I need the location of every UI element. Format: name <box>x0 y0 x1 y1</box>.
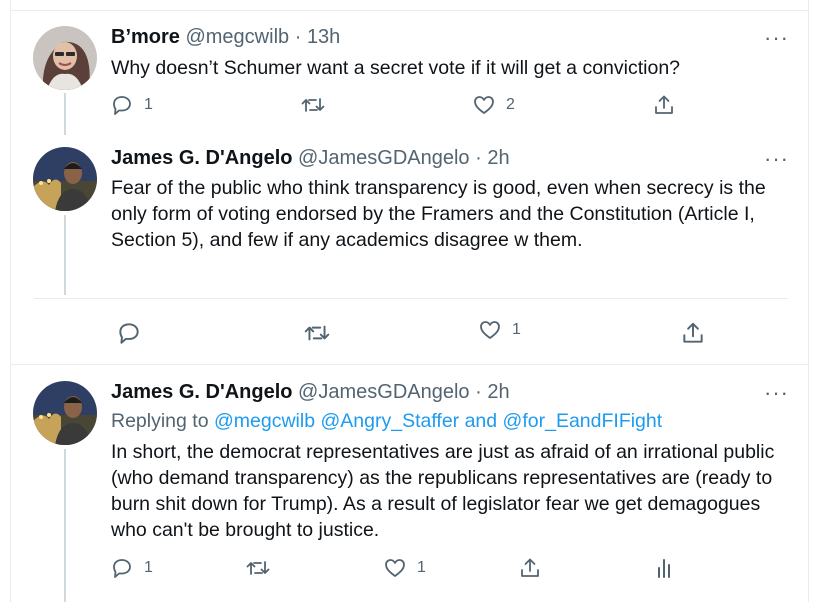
tweet-text: Why doesn’t Schumer want a secret vote i… <box>111 57 681 79</box>
top-divider <box>10 10 809 11</box>
like-button[interactable]: 1 <box>478 318 521 342</box>
timestamp[interactable]: 2h <box>487 147 509 169</box>
like-button[interactable]: 1 <box>383 556 426 580</box>
reply-count: 1 <box>144 559 153 576</box>
share-button[interactable] <box>652 93 676 117</box>
thread-connector-line <box>64 215 66 295</box>
replying-to-label: Replying to <box>111 410 209 432</box>
retweet-button[interactable] <box>303 320 331 346</box>
thread-connector-line <box>64 93 66 135</box>
timestamp[interactable]: 2h <box>487 381 509 403</box>
heart-icon <box>385 559 405 577</box>
share-icon <box>521 558 539 577</box>
tweet-text: Fear of the public who think transparenc… <box>111 177 766 251</box>
separator: · <box>475 147 482 169</box>
reply-count: 1 <box>144 96 153 113</box>
timestamp[interactable]: 13h <box>307 26 340 48</box>
tweet-header: James G. D'Angelo @JamesGDAngelo · 2h <box>111 146 510 170</box>
avatar-bmore[interactable] <box>33 26 97 90</box>
retweet-button[interactable] <box>245 556 271 580</box>
tweet-separator <box>10 364 809 365</box>
replying-and-label: and <box>464 410 498 432</box>
tweet-header: James G. D'Angelo @JamesGDAngelo · 2h <box>111 380 510 404</box>
reply-icon <box>113 96 131 115</box>
thread-connector-line <box>64 449 66 602</box>
retweet-button[interactable] <box>300 93 326 117</box>
more-options-icon[interactable]: ··· <box>764 27 789 49</box>
handle[interactable]: @JamesGDAngelo <box>298 381 469 403</box>
display-name[interactable]: James G. D'Angelo <box>111 381 292 403</box>
like-count: 2 <box>506 96 515 113</box>
replying-to-line: Replying to @megcwilb @Angry_Staffer and… <box>111 408 662 434</box>
reply-button[interactable] <box>116 320 152 346</box>
reply-button[interactable]: 1 <box>110 93 153 117</box>
display-name[interactable]: B’more <box>111 26 180 48</box>
display-name[interactable]: James G. D'Angelo <box>111 147 292 169</box>
mention-link[interactable]: @Angry_Staffer <box>320 410 459 432</box>
mention-link[interactable]: @for_EandFIFight <box>503 410 663 432</box>
handle[interactable]: @megcwilb <box>185 26 289 48</box>
handle[interactable]: @JamesGDAngelo <box>298 147 469 169</box>
separator: · <box>475 381 482 403</box>
avatar-jamesgdangelo[interactable] <box>33 381 97 445</box>
share-button[interactable] <box>518 556 542 580</box>
separator: · <box>294 26 302 48</box>
retweet-icon <box>301 98 325 112</box>
heart-icon <box>474 96 494 114</box>
reply-button[interactable]: 1 <box>110 556 153 580</box>
mention-link[interactable]: @megcwilb <box>214 410 315 432</box>
heart-icon <box>480 321 500 339</box>
tweet-divider <box>34 298 788 299</box>
tweet-text: In short, the democrat representatives a… <box>111 441 775 541</box>
reply-icon <box>119 323 139 344</box>
like-count: 1 <box>417 559 426 576</box>
retweet-icon <box>246 561 270 575</box>
retweet-icon <box>304 325 330 341</box>
timeline-right-border <box>808 0 809 602</box>
analytics-icon <box>658 559 670 578</box>
tweet-header: B’more @megcwilb · 13h <box>111 25 340 49</box>
analytics-button[interactable] <box>652 556 676 580</box>
reply-icon <box>113 559 131 578</box>
more-options-icon[interactable]: ··· <box>764 382 789 404</box>
like-button[interactable]: 2 <box>472 93 515 117</box>
timeline-left-border <box>10 0 11 602</box>
like-count: 1 <box>512 321 521 338</box>
share-icon <box>683 322 703 343</box>
more-options-icon[interactable]: ··· <box>764 148 789 170</box>
share-button[interactable] <box>680 320 706 346</box>
share-icon <box>655 95 673 114</box>
avatar-jamesgdangelo[interactable] <box>33 147 97 211</box>
